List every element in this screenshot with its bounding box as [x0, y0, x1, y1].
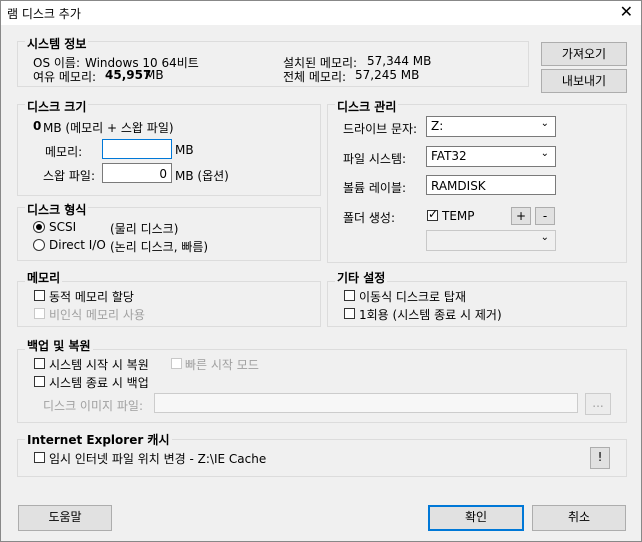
disk-image-file-label: 디스크 이미지 파일:: [43, 399, 143, 413]
drive-letter-select[interactable]: Z: ⌄: [426, 116, 556, 137]
chevron-down-icon: ⌄: [540, 148, 549, 159]
free-memory-unit: MB: [145, 68, 164, 82]
add-folder-button[interactable]: +: [511, 207, 531, 225]
removable-disk-label: 이동식 디스크로 탑재: [359, 290, 466, 304]
disk-size-label: 디스크 크기: [25, 98, 89, 115]
title-bar: 램 디스크 추가 ✕: [1, 1, 641, 25]
ie-cache-info-button[interactable]: !: [590, 447, 610, 469]
dialog-window: 램 디스크 추가 ✕ 시스템 정보 OS 이름: Windows 10 64비트…: [0, 0, 642, 542]
one-time-label: 1회용 (시스템 종료 시 제거): [359, 308, 502, 322]
remove-folder-button[interactable]: -: [535, 207, 555, 225]
fast-start-checkbox[interactable]: [171, 358, 182, 369]
swap-size-label: 스왑 파일:: [43, 169, 96, 183]
free-memory-label: 여유 메모리:: [33, 70, 97, 84]
temp-folder-checkbox[interactable]: ✓: [427, 207, 439, 221]
backup-label: 백업 및 복원: [25, 337, 93, 354]
chevron-down-icon: ⌄: [540, 118, 549, 129]
help-button[interactable]: 도움말: [18, 505, 112, 531]
import-button[interactable]: 가져오기: [541, 42, 627, 66]
window-title: 램 디스크 추가: [7, 7, 81, 21]
total-memory-label: 전체 메모리:: [283, 70, 347, 84]
temp-folder-label: TEMP: [442, 209, 475, 223]
scsi-description: (물리 디스크): [110, 222, 179, 236]
nonpaged-memory-label: 비인식 메모리 사용: [49, 308, 145, 322]
direct-io-radio[interactable]: [33, 239, 45, 251]
drive-letter-label: 드라이브 문자:: [343, 122, 418, 136]
direct-io-label: Direct I/O: [49, 238, 106, 252]
memory-size-input[interactable]: [102, 139, 172, 159]
memory-size-label: 메모리:: [45, 145, 83, 159]
folder-list-select[interactable]: ⌄: [426, 230, 556, 251]
volume-label-input[interactable]: RAMDISK: [426, 175, 556, 195]
radio-selected-dot: [36, 224, 42, 230]
ie-cache-checkbox[interactable]: [34, 452, 45, 463]
backup-on-shutdown-label: 시스템 종료 시 백업: [49, 376, 149, 390]
scsi-radio[interactable]: [33, 221, 45, 233]
fast-start-label: 빠른 시작 모드: [185, 358, 259, 372]
removable-disk-checkbox[interactable]: [344, 290, 355, 301]
backup-on-shutdown-checkbox[interactable]: [34, 376, 45, 387]
file-system-label: 파일 시스템:: [343, 152, 407, 166]
ie-cache-label: Internet Explorer 캐시: [25, 431, 172, 448]
memory-label: 메모리: [25, 269, 63, 286]
dynamic-memory-label: 동적 메모리 할당: [49, 290, 134, 304]
dynamic-memory-checkbox[interactable]: [34, 290, 45, 301]
nonpaged-memory-checkbox[interactable]: [34, 308, 45, 319]
system-info-label: 시스템 정보: [25, 35, 89, 52]
one-time-checkbox[interactable]: [344, 308, 355, 319]
file-system-value: FAT32: [431, 149, 467, 163]
swap-size-unit: MB (옵션): [175, 169, 229, 183]
installed-memory-value: 57,344 MB: [367, 54, 432, 68]
export-button[interactable]: 내보내기: [541, 69, 627, 93]
disk-size-total-value: 0: [33, 119, 42, 133]
volume-label-label: 볼륨 레이블:: [343, 181, 407, 195]
ok-button[interactable]: 확인: [428, 505, 524, 531]
folder-create-label: 폴더 생성:: [343, 211, 396, 225]
drive-letter-value: Z:: [431, 119, 444, 133]
disk-image-file-input[interactable]: [154, 393, 578, 413]
restore-on-start-checkbox[interactable]: [34, 358, 45, 369]
restore-on-start-label: 시스템 시작 시 복원: [49, 358, 149, 372]
memory-size-unit: MB: [175, 143, 194, 157]
total-memory-value: 57,245 MB: [355, 68, 420, 82]
swap-size-input[interactable]: 0: [102, 163, 172, 183]
disk-type-label: 디스크 형식: [25, 201, 89, 218]
close-icon[interactable]: ✕: [620, 3, 633, 21]
checkmark-icon: ✓: [428, 207, 439, 221]
scsi-label: SCSI: [49, 220, 77, 234]
ie-cache-change-label: 임시 인터넷 파일 위치 변경 - Z:\IE Cache: [49, 452, 267, 466]
chevron-down-icon: ⌄: [540, 232, 549, 243]
disk-size-total-suffix: MB (메모리 + 스왑 파일): [43, 121, 174, 135]
file-system-select[interactable]: FAT32 ⌄: [426, 146, 556, 167]
browse-button[interactable]: ...: [585, 393, 611, 415]
cancel-button[interactable]: 취소: [532, 505, 626, 531]
other-settings-label: 기타 설정: [335, 269, 388, 286]
disk-management-label: 디스크 관리: [335, 98, 399, 115]
direct-io-description: (논리 디스크, 빠름): [110, 240, 209, 254]
